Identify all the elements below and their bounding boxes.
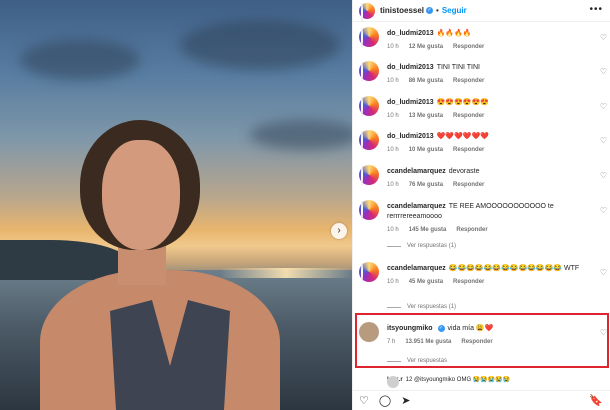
avatar[interactable] [359,165,379,185]
comment: ccandelamarquez TE REE AMOOOOOOOOOOO te r… [359,200,609,255]
comment-username[interactable]: ccandelamarquez [387,265,446,272]
comment-text: 😂😂😂😂😂😂😂😂😂😂😂😂😂 WTF [448,265,580,272]
comment-username[interactable]: ccandelamarquez [387,168,446,175]
comment-text: 😍😍😍😍😍😍 [436,99,489,106]
heart-icon[interactable]: ♡ [359,394,369,407]
comment-username[interactable]: do_ludmi2013 [387,64,434,71]
comment-likes[interactable]: 13 Me gusta [409,113,443,119]
comment-text: 12 @itsyoungmiko OMG 😭😭😭😭😭 [405,377,511,383]
post-photo: › [0,0,352,410]
comment-time[interactable]: 10 h [387,182,399,188]
reply-button[interactable]: Responder [453,78,484,84]
comment-text: ❤️❤️❤️❤️❤️❤️ [436,133,489,140]
comment-likes[interactable]: 86 Me gusta [409,78,443,84]
comment-likes[interactable]: 145 Me gusta [409,227,447,233]
comment: do_ludmi2013 😍😍😍😍😍😍 10 h 13 Me gusta Respon… [359,96,609,126]
view-replies-label: Ver respuestas (1) [407,304,457,310]
comment-username[interactable]: do_ludmi2013 [387,30,434,37]
comment-text: 🔥🔥🔥🔥 [436,30,472,37]
view-replies-button[interactable]: Ver respuestas (1) [387,304,456,310]
reply-button[interactable]: Responder [453,147,484,153]
separator: • [436,6,439,15]
comment-likes[interactable]: 10 Me gusta [409,147,443,153]
reply-button[interactable]: Responder [453,279,484,285]
comment-time[interactable]: 10 h [387,279,399,285]
heart-icon[interactable]: ♡ [600,136,607,145]
cloud [250,120,352,150]
avatar[interactable] [387,376,399,388]
comment-time[interactable]: 10 h [387,147,399,153]
post-actions: ♡ ◯ ➤ 🔖 [353,390,610,410]
highlight-box [355,313,609,368]
comment: do_ludmi2013 ❤️❤️❤️❤️❤️❤️ 10 h 10 Me gusta… [359,130,609,160]
verified-badge-icon: ✓ [426,7,434,14]
comment: ccandelamarquez devoraste 10 h 76 Me gusta… [359,165,609,195]
heart-icon[interactable]: ♡ [600,102,607,111]
avatar[interactable] [359,200,379,220]
reply: lxpz.r 12 @itsyoungmiko OMG 😭😭😭😭😭 [359,376,609,390]
reply-button[interactable]: Responder [453,182,484,188]
comment-time[interactable]: 10 h [387,227,399,233]
divider [387,306,401,308]
share-icon[interactable]: ➤ [401,394,410,407]
comment-icon[interactable]: ◯ [379,394,391,407]
view-replies-label: Ver respuestas (1) [407,243,457,249]
heart-icon[interactable]: ♡ [600,171,607,180]
heart-icon[interactable]: ♡ [600,206,607,215]
reply-button[interactable]: Responder [453,44,484,50]
post-header: tinistoessel ✓ • Seguir ••• [353,0,610,22]
comment-username[interactable]: do_ludmi2013 [387,133,434,140]
divider [387,245,401,247]
reply-preview: lxpz.r 12 @itsyoungmiko OMG 😭😭😭😭😭 [387,376,511,388]
view-replies-button[interactable]: Ver respuestas (1) [387,243,456,249]
avatar[interactable] [359,130,379,150]
more-horizontal-icon[interactable]: ••• [589,4,603,15]
reply-button[interactable]: Responder [453,113,484,119]
post-author-username[interactable]: tinistoessel [380,6,424,15]
comment-likes[interactable]: 45 Me gusta [409,279,443,285]
avatar[interactable] [359,96,379,116]
comment: do_ludmi2013 🔥🔥🔥🔥 10 h 12 Me gusta Responde… [359,27,609,57]
comment-text: TINI TINI TINI [436,64,480,71]
heart-icon[interactable]: ♡ [600,33,607,42]
comment-time[interactable]: 10 h [387,113,399,119]
avatar[interactable] [359,27,379,47]
heart-icon[interactable]: ♡ [600,268,607,277]
comment-username[interactable]: do_ludmi2013 [387,99,434,106]
comment-username[interactable]: ccandelamarquez [387,203,446,210]
avatar[interactable] [359,2,375,22]
reply-button[interactable]: Responder [456,227,487,233]
person-face [102,140,180,250]
comment-likes[interactable]: 76 Me gusta [409,182,443,188]
follow-button[interactable]: Seguir [442,6,467,15]
comment-time[interactable]: 10 h [387,78,399,84]
sun-reflection [220,268,352,278]
cloud [180,20,340,70]
avatar[interactable] [359,262,379,282]
comment: do_ludmi2013 TINI TINI TINI 10 h 86 Me gus… [359,61,609,91]
comment-time[interactable]: 10 h [387,44,399,50]
comment: ccandelamarquez 😂😂😂😂😂😂😂😂😂😂😂😂😂 WTF 10 h 45 … [359,262,609,312]
comment-likes[interactable]: 12 Me gusta [409,44,443,50]
chevron-right-icon[interactable]: › [331,223,347,239]
cloud [20,40,140,80]
heart-icon[interactable]: ♡ [600,67,607,76]
avatar[interactable] [359,61,379,81]
comment-text: devoraste [448,168,480,175]
save-icon[interactable]: 🔖 [589,394,603,407]
